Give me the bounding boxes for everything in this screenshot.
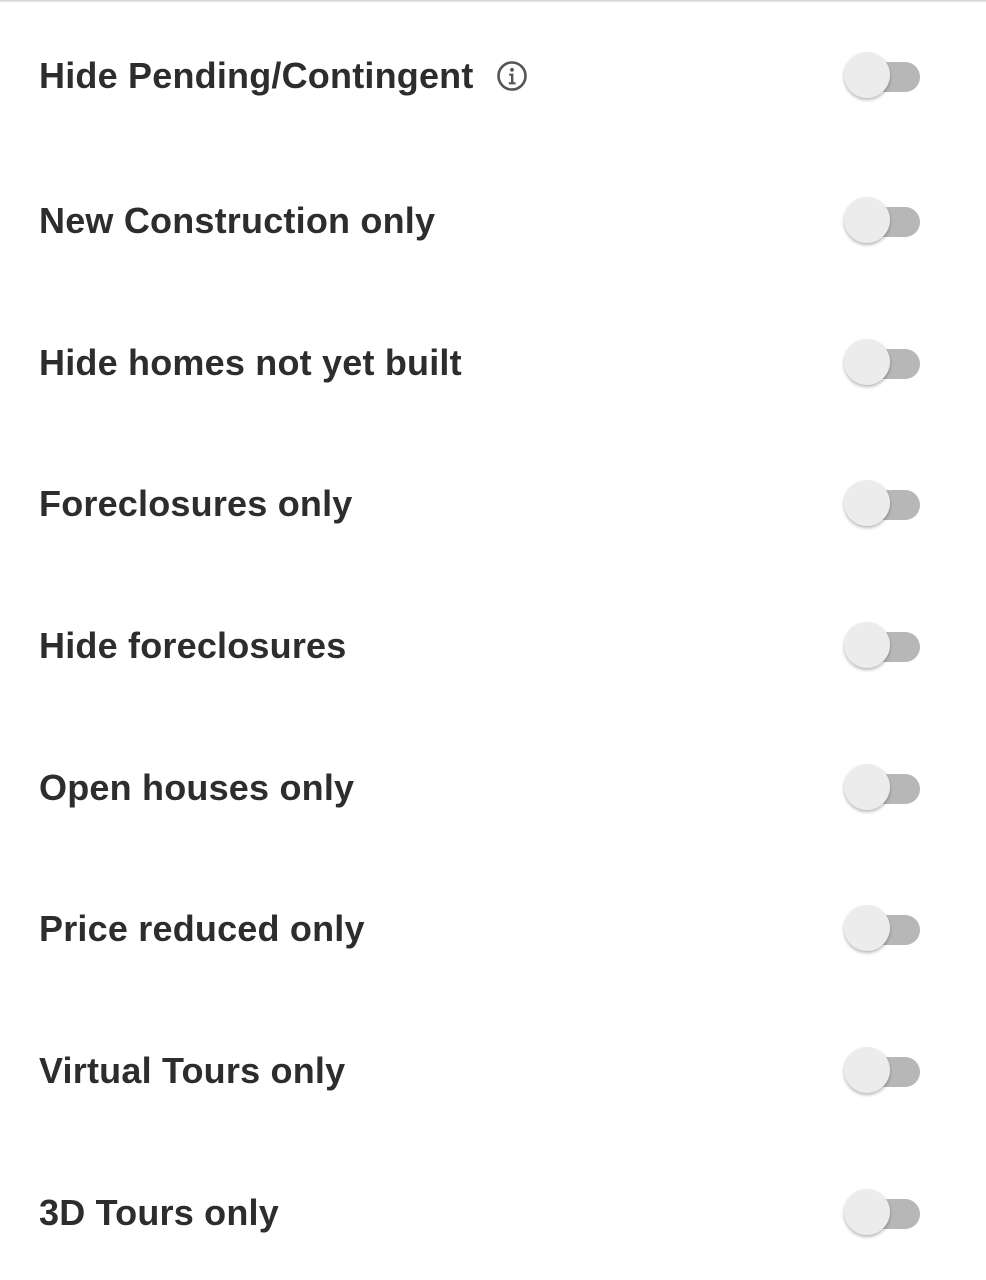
toggle-new-construction[interactable] [844, 195, 922, 247]
filter-label-wrap: Price reduced only [39, 908, 365, 950]
toggle-thumb [844, 905, 890, 951]
filter-row-hide-pending-contingent: Hide Pending/Contingent [0, 36, 986, 116]
filter-row-new-construction: New Construction only [0, 181, 986, 261]
filter-label-wrap: Hide Pending/Contingent [39, 55, 528, 97]
filter-row-hide-not-yet-built: Hide homes not yet built [0, 323, 986, 403]
filter-label-hide-pending-contingent: Hide Pending/Contingent [39, 55, 474, 96]
toggle-thumb [844, 1189, 890, 1235]
toggle-thumb [844, 197, 890, 243]
toggle-thumb [844, 52, 890, 98]
filter-label-wrap: New Construction only [39, 200, 435, 242]
filter-label-wrap: Open houses only [39, 767, 354, 809]
info-icon[interactable] [496, 60, 528, 92]
toggle-hide-foreclosures[interactable] [844, 620, 922, 672]
filter-label-foreclosures-only: Foreclosures only [39, 483, 353, 524]
toggle-thumb [844, 622, 890, 668]
top-divider-shadow [0, 0, 986, 3]
toggle-thumb [844, 339, 890, 385]
toggle-foreclosures-only[interactable] [844, 478, 922, 530]
filter-label-price-reduced: Price reduced only [39, 908, 365, 949]
toggle-thumb [844, 480, 890, 526]
filter-row-open-houses: Open houses only [0, 748, 986, 828]
filter-row-foreclosures-only: Foreclosures only [0, 464, 986, 544]
filter-label-wrap: 3D Tours only [39, 1192, 279, 1234]
filter-label-wrap: Hide homes not yet built [39, 342, 462, 384]
toggle-virtual-tours[interactable] [844, 1045, 922, 1097]
toggle-hide-pending-contingent[interactable] [844, 50, 922, 102]
filter-label-new-construction: New Construction only [39, 200, 436, 241]
filter-label-3d-tours: 3D Tours only [39, 1192, 279, 1233]
toggle-3d-tours[interactable] [844, 1187, 922, 1239]
filter-row-price-reduced: Price reduced only [0, 889, 986, 969]
filter-row-hide-foreclosures: Hide foreclosures [0, 606, 986, 686]
filter-label-hide-not-yet-built: Hide homes not yet built [39, 342, 462, 383]
toggle-price-reduced[interactable] [844, 903, 922, 955]
filter-label-wrap: Hide foreclosures [39, 625, 347, 667]
filter-label-wrap: Foreclosures only [39, 483, 353, 525]
toggle-open-houses[interactable] [844, 762, 922, 814]
toggle-hide-not-yet-built[interactable] [844, 337, 922, 389]
filter-label-wrap: Virtual Tours only [39, 1050, 345, 1092]
filter-row-3d-tours: 3D Tours only [0, 1173, 986, 1253]
filter-label-virtual-tours: Virtual Tours only [39, 1050, 346, 1091]
toggle-thumb [844, 1047, 890, 1093]
filter-label-hide-foreclosures: Hide foreclosures [39, 625, 347, 666]
filter-row-virtual-tours: Virtual Tours only [0, 1031, 986, 1111]
toggle-thumb [844, 764, 890, 810]
filter-label-open-houses: Open houses only [39, 767, 355, 808]
